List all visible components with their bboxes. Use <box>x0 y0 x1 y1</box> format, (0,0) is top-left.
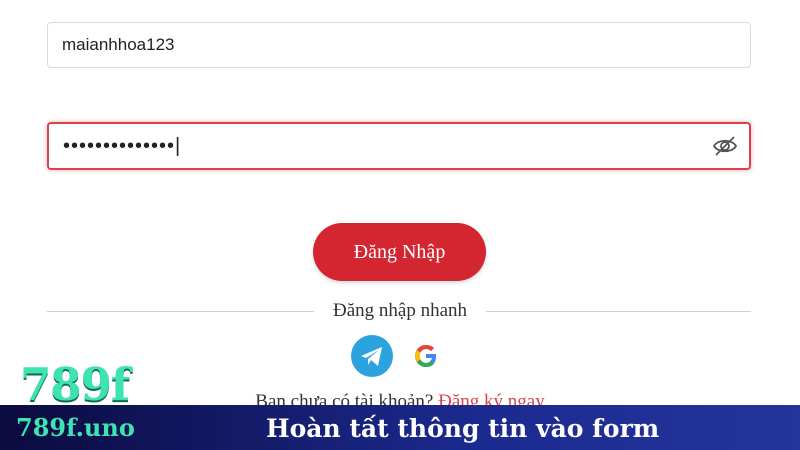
google-login-button[interactable] <box>405 335 447 377</box>
google-icon <box>415 345 436 367</box>
divider-line-left <box>47 311 314 312</box>
brand-logo: 789f <box>20 358 130 411</box>
login-button[interactable]: Đăng Nhập <box>313 223 486 281</box>
username-input[interactable] <box>47 22 751 68</box>
divider-line-right <box>486 311 751 312</box>
telegram-icon <box>361 347 382 366</box>
banner-title: Hoàn tất thông tin vào form <box>266 414 660 443</box>
telegram-login-button[interactable] <box>351 335 393 377</box>
password-input[interactable] <box>47 122 751 170</box>
brand-domain: 789f.uno <box>16 413 135 442</box>
eye-slash-icon[interactable] <box>712 133 738 159</box>
quick-login-label: Đăng nhập nhanh <box>332 300 468 321</box>
